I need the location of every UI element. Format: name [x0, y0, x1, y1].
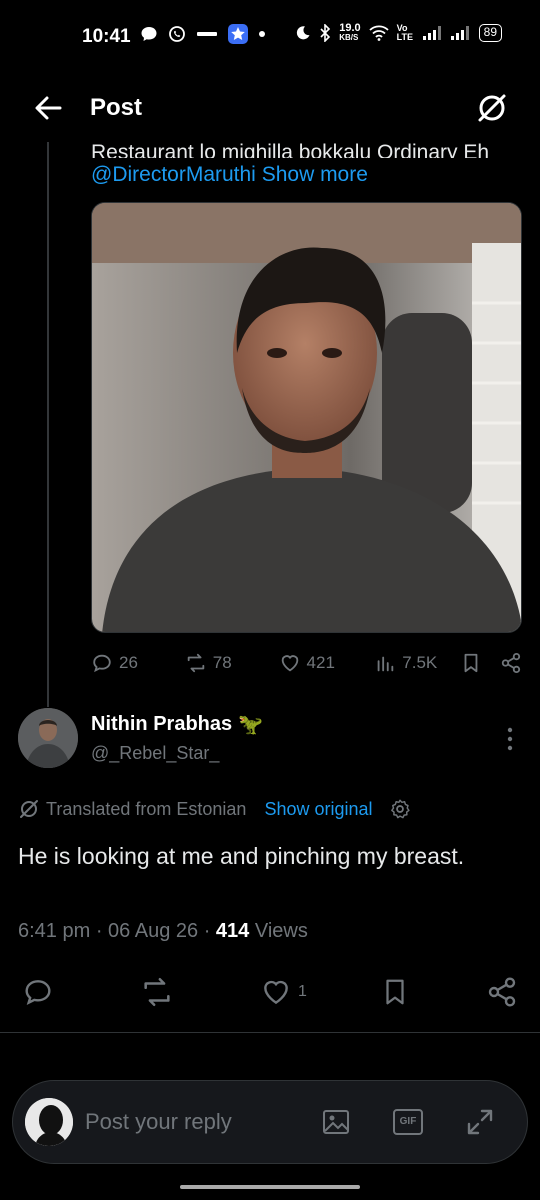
repost-count[interactable]: 78	[185, 652, 279, 674]
notification-icons	[140, 24, 266, 44]
network-speed: 19.0 KB/S	[339, 22, 361, 43]
grok-icon[interactable]	[474, 90, 510, 126]
reply-count[interactable]: 26	[91, 652, 185, 674]
parent-post-mention-line: @DirectorMaruthi Show more	[91, 163, 368, 187]
bookmark-icon	[386, 979, 404, 1005]
expand-icon[interactable]	[465, 1107, 495, 1137]
post-meta: 6:41 pm · 06 Aug 26 · 414 Views	[18, 920, 308, 942]
analytics-icon	[377, 656, 394, 672]
app-star-icon	[228, 24, 248, 44]
post-date: 06 Aug 26	[108, 920, 199, 942]
view-count-value: 7.5K	[402, 653, 438, 672]
show-original-link[interactable]: Show original	[264, 799, 372, 820]
avatar-image	[18, 708, 78, 768]
show-more-link[interactable]: Show more	[262, 163, 368, 186]
composer-avatar	[25, 1098, 73, 1146]
reply-input[interactable]: Post your reply	[85, 1109, 232, 1135]
reply-body-text: He is looking at me and pinching my brea…	[18, 843, 465, 869]
mention-link[interactable]: @DirectorMaruthi	[91, 163, 256, 186]
like-count-value: 1	[298, 983, 307, 1000]
translation-row: Translated from Estonian Show original	[18, 798, 411, 820]
views-count: 414	[215, 920, 250, 942]
chat-bubble-icon	[141, 27, 157, 41]
like-count-value: 421	[306, 653, 335, 672]
repost-icon	[187, 653, 205, 673]
share-button[interactable]	[486, 972, 518, 1012]
share-icon[interactable]	[500, 652, 522, 674]
author-name: Nithin Prabhas	[91, 713, 233, 735]
app-notification-icon	[197, 32, 217, 36]
network-speed-unit: KB/S	[339, 33, 359, 42]
like-button[interactable]: 1	[260, 972, 307, 1012]
top-app-bar: Post	[0, 72, 540, 142]
divider	[0, 1032, 540, 1033]
battery-indicator: 89	[478, 24, 502, 42]
author-name-row[interactable]: Nithin Prabhas 🦖	[91, 712, 263, 737]
author-emoji: 🦖	[238, 714, 264, 736]
repost-icon	[144, 977, 170, 1007]
system-icons: 19.0 KB/S Vo LTE 89	[295, 22, 502, 43]
volte-label: Vo LTE	[396, 23, 413, 42]
repost-button[interactable]	[140, 972, 174, 1012]
views-label: Views	[254, 920, 308, 942]
portrait-photo	[92, 203, 521, 632]
avatar[interactable]	[18, 708, 78, 768]
reply-count-value: 26	[119, 653, 138, 672]
whatsapp-icon	[169, 26, 185, 42]
signal-icon-1	[422, 26, 441, 40]
parent-post-metrics: 26 78 421 7.5K	[91, 648, 522, 678]
composer-avatar-image	[25, 1098, 73, 1146]
like-count[interactable]: 421	[279, 652, 375, 674]
bookmark-icon[interactable]	[460, 652, 482, 674]
parent-post-text: Restaurant lo mighilla bokkalu Ordinary …	[91, 141, 490, 158]
moon-icon	[297, 26, 310, 40]
author-handle[interactable]: @_Rebel_Star_	[91, 743, 219, 764]
dot-icon	[259, 31, 265, 37]
bluetooth-icon	[320, 24, 331, 42]
reply-button[interactable]	[22, 972, 54, 1012]
back-arrow-icon[interactable]	[30, 90, 66, 126]
network-speed-value: 19.0	[339, 22, 361, 34]
status-bar: 10:41 19.0 KB/S Vo LTE 89	[0, 0, 540, 72]
gif-button[interactable]: GIF	[393, 1109, 423, 1135]
heart-icon	[281, 655, 298, 672]
repost-count-value: 78	[212, 653, 232, 672]
thread-connector-line	[47, 142, 49, 707]
share-icon	[488, 977, 516, 1007]
comment-icon	[93, 654, 111, 673]
reply-composer: Post your reply GIF	[12, 1080, 528, 1164]
more-options-icon[interactable]	[506, 726, 514, 752]
translate-icon	[20, 800, 38, 818]
home-indicator[interactable]	[180, 1185, 360, 1189]
image-icon[interactable]	[321, 1107, 351, 1137]
wifi-icon	[369, 25, 389, 41]
page-title: Post	[90, 94, 143, 121]
signal-icon-2	[450, 26, 469, 40]
heart-icon	[264, 980, 288, 1005]
comment-icon	[25, 980, 51, 1005]
status-time: 10:41	[82, 26, 131, 47]
post-photo[interactable]	[91, 202, 522, 633]
post-time: 6:41 pm	[18, 920, 91, 942]
gear-icon[interactable]	[389, 798, 411, 820]
view-count[interactable]: 7.5K	[374, 652, 460, 674]
bookmark-button[interactable]	[380, 972, 410, 1012]
reply-action-bar: 1	[18, 972, 522, 1012]
translated-label: Translated from Estonian	[46, 798, 247, 819]
